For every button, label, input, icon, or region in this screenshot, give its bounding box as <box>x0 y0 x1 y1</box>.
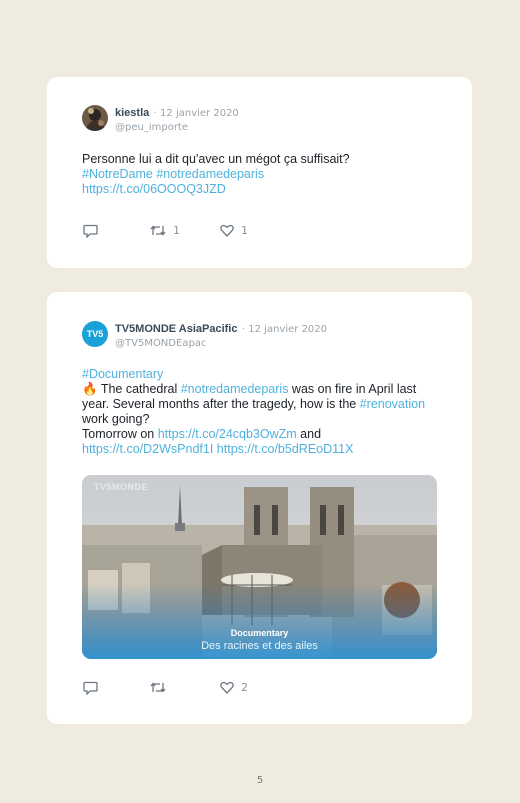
fire-emoji: 🔥 <box>82 382 98 396</box>
retweet-icon <box>150 682 166 693</box>
media-caption-title: Documentary <box>230 628 289 638</box>
tweet-header: TV5 TV5MONDE AsiaPacific · 12 janvier 20… <box>82 321 327 351</box>
like-count: 2 <box>241 681 248 694</box>
tweet-text: #Documentary 🔥 The cathedral #notredamed… <box>82 367 442 457</box>
hashtag-link[interactable]: #notredamedeparis <box>181 382 289 396</box>
tweet-text: Personne lui a dit qu'avec un mégot ça s… <box>82 152 442 197</box>
retweet-button[interactable]: 1 <box>150 224 180 237</box>
avatar[interactable] <box>82 105 108 131</box>
tweet-fragment: The cathedral <box>97 382 181 396</box>
retweet-count: 1 <box>173 224 180 237</box>
hashtag-link[interactable]: #renovation <box>360 397 425 411</box>
retweet-icon <box>150 225 166 236</box>
tweet-actions: 1 1 <box>83 224 442 240</box>
heart-icon <box>220 224 234 237</box>
like-button[interactable]: 1 <box>220 224 248 237</box>
tweet-date: · 12 janvier 2020 <box>241 324 328 335</box>
avatar-logo-text: TV5 <box>86 329 104 339</box>
like-count: 1 <box>241 224 248 237</box>
author-name[interactable]: kiestla <box>115 107 149 119</box>
retweet-button[interactable] <box>150 681 166 694</box>
page-number: 5 <box>256 775 264 786</box>
url-link[interactable]: https://t.co/D2WsPndf1I <box>82 442 213 456</box>
tweet-card: kiestla · 12 janvier 2020 @peu_importe P… <box>47 77 472 268</box>
like-button[interactable]: 2 <box>220 681 248 694</box>
tweet-actions: 2 <box>83 681 442 697</box>
hashtag-link[interactable]: #notredamedeparis <box>156 167 264 181</box>
url-link[interactable]: https://t.co/24cqb3OwZm <box>158 427 297 441</box>
tweet-fragment: work going? <box>82 412 150 426</box>
author-handle[interactable]: @peu_importe <box>115 121 239 135</box>
author-name[interactable]: TV5MONDE AsiaPacific <box>115 323 237 335</box>
reply-button[interactable] <box>83 224 98 238</box>
reply-button[interactable] <box>83 681 98 695</box>
url-link[interactable]: https://t.co/b5dREoD11X <box>217 442 354 456</box>
media-caption-subtitle: Des racines et des ailes <box>201 640 318 652</box>
tweet-fragment: Tomorrow on <box>82 427 158 441</box>
tweet-media-image[interactable]: TV5MONDE Documentary Des racines et des … <box>82 475 437 659</box>
tweet-fragment: and <box>296 427 322 441</box>
hashtag-link[interactable]: #Documentary <box>82 367 163 381</box>
hashtag-link[interactable]: #NotreDame <box>82 167 153 181</box>
reply-icon <box>83 224 98 238</box>
tweet-card: TV5 TV5MONDE AsiaPacific · 12 janvier 20… <box>47 292 472 724</box>
tweet-header: kiestla · 12 janvier 2020 @peu_importe <box>82 105 239 135</box>
reply-icon <box>83 681 98 695</box>
tweet-line: Personne lui a dit qu'avec un mégot ça s… <box>82 152 350 166</box>
tweet-date: · 12 janvier 2020 <box>153 108 239 119</box>
heart-icon <box>220 681 234 694</box>
url-link[interactable]: https://t.co/06OOOQ3JZD <box>82 182 226 196</box>
watermark: TV5MONDE <box>94 482 149 492</box>
avatar[interactable]: TV5 <box>82 321 108 347</box>
author-handle[interactable]: @TV5MONDEapac <box>115 337 327 351</box>
